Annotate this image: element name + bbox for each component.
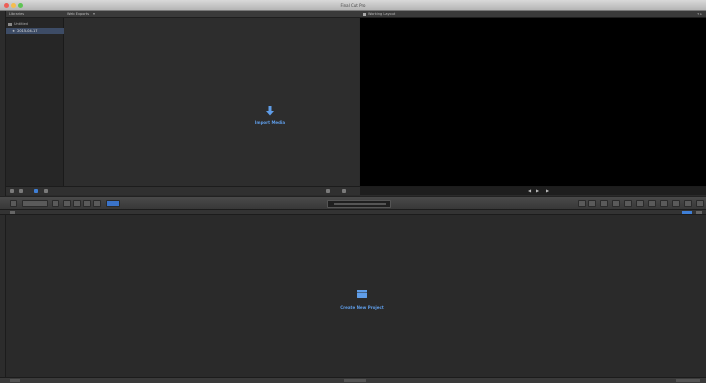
libraries-sidebar: Untitled ★ 2015-04-17 bbox=[6, 18, 64, 186]
import-media-label[interactable]: Import Media bbox=[240, 120, 300, 125]
generators-browser-button[interactable] bbox=[612, 200, 620, 207]
play-forward-icon[interactable]: ▶ bbox=[546, 188, 549, 193]
browser-bottom-strip bbox=[6, 186, 360, 195]
connect-clip-button[interactable] bbox=[83, 200, 91, 207]
viewer-header: Working Layout ▾ ▸ bbox=[360, 11, 706, 18]
create-new-project-label[interactable]: Create New Project bbox=[332, 305, 392, 310]
status-bar bbox=[0, 377, 706, 383]
import-button[interactable] bbox=[10, 200, 17, 207]
status-left-button[interactable] bbox=[10, 379, 20, 382]
main-toolbar bbox=[0, 196, 706, 210]
viewer-options-icon[interactable]: ▾ ▸ bbox=[697, 11, 702, 17]
zoom-slider-icon[interactable] bbox=[326, 189, 330, 193]
append-clip-button[interactable] bbox=[63, 200, 71, 207]
inspector-button[interactable] bbox=[660, 200, 668, 207]
browser-header: Web Exports ▾ bbox=[64, 11, 360, 18]
play-icon[interactable]: ▶ bbox=[536, 188, 539, 193]
keyword-rating-buttons[interactable] bbox=[22, 200, 48, 207]
timeline-zoom-button[interactable] bbox=[682, 211, 692, 214]
audio-meters-button[interactable] bbox=[672, 200, 680, 207]
library-icon bbox=[8, 22, 12, 26]
duration-icon[interactable] bbox=[342, 189, 346, 193]
event-item-label: 2015-04-17 bbox=[17, 29, 38, 33]
viewer-title: Working Layout bbox=[368, 12, 396, 16]
insert-clip-button[interactable] bbox=[73, 200, 81, 207]
themes-browser-button[interactable] bbox=[624, 200, 632, 207]
import-arrow-icon bbox=[266, 106, 274, 116]
browser-title: Web Exports bbox=[67, 12, 90, 16]
timeline-area[interactable]: Create New Project bbox=[6, 215, 706, 377]
media-browser: Import Media bbox=[64, 18, 359, 186]
viewer-layout-icon bbox=[363, 12, 366, 16]
viewer-transport-strip: ◀ ▶ ▶ bbox=[360, 186, 706, 195]
window-title: Final Cut Pro bbox=[340, 3, 366, 8]
timeline-settings-button[interactable] bbox=[696, 211, 702, 214]
music-browser-button[interactable] bbox=[588, 200, 596, 207]
list-view-icon[interactable] bbox=[34, 189, 38, 193]
share-button[interactable] bbox=[684, 200, 692, 207]
library-item-untitled[interactable]: Untitled bbox=[8, 21, 28, 27]
filter-icon[interactable] bbox=[44, 189, 48, 193]
play-back-icon[interactable]: ◀ bbox=[528, 188, 531, 193]
viewer-canvas[interactable] bbox=[360, 18, 706, 186]
libraries-header: Libraries bbox=[6, 11, 64, 18]
overwrite-clip-button[interactable] bbox=[93, 200, 101, 207]
event-item-2015-04-17[interactable]: ★ 2015-04-17 bbox=[6, 28, 64, 34]
timecode-display bbox=[334, 203, 386, 205]
dashboard-timecode[interactable] bbox=[327, 200, 391, 208]
timeline-index-button[interactable] bbox=[10, 211, 15, 214]
title-bar: Final Cut Pro bbox=[0, 0, 706, 11]
media-browser-button[interactable] bbox=[578, 200, 586, 207]
event-star-icon: ★ bbox=[12, 29, 16, 33]
background-tasks-button[interactable] bbox=[696, 200, 704, 207]
titles-browser-button[interactable] bbox=[600, 200, 608, 207]
clip-appearance-icon[interactable] bbox=[10, 189, 14, 193]
transitions-browser-button[interactable] bbox=[648, 200, 656, 207]
clapper-icon bbox=[357, 290, 367, 298]
status-center-info bbox=[344, 379, 366, 382]
status-right-controls[interactable] bbox=[676, 379, 700, 382]
effects-browser-button[interactable] bbox=[636, 200, 644, 207]
library-item-label: Untitled bbox=[14, 22, 28, 26]
filmstrip-view-icon[interactable] bbox=[19, 189, 23, 193]
select-tool-button[interactable] bbox=[106, 200, 120, 207]
enhance-button[interactable] bbox=[52, 200, 59, 207]
browser-dropdown-icon[interactable]: ▾ bbox=[93, 12, 95, 16]
